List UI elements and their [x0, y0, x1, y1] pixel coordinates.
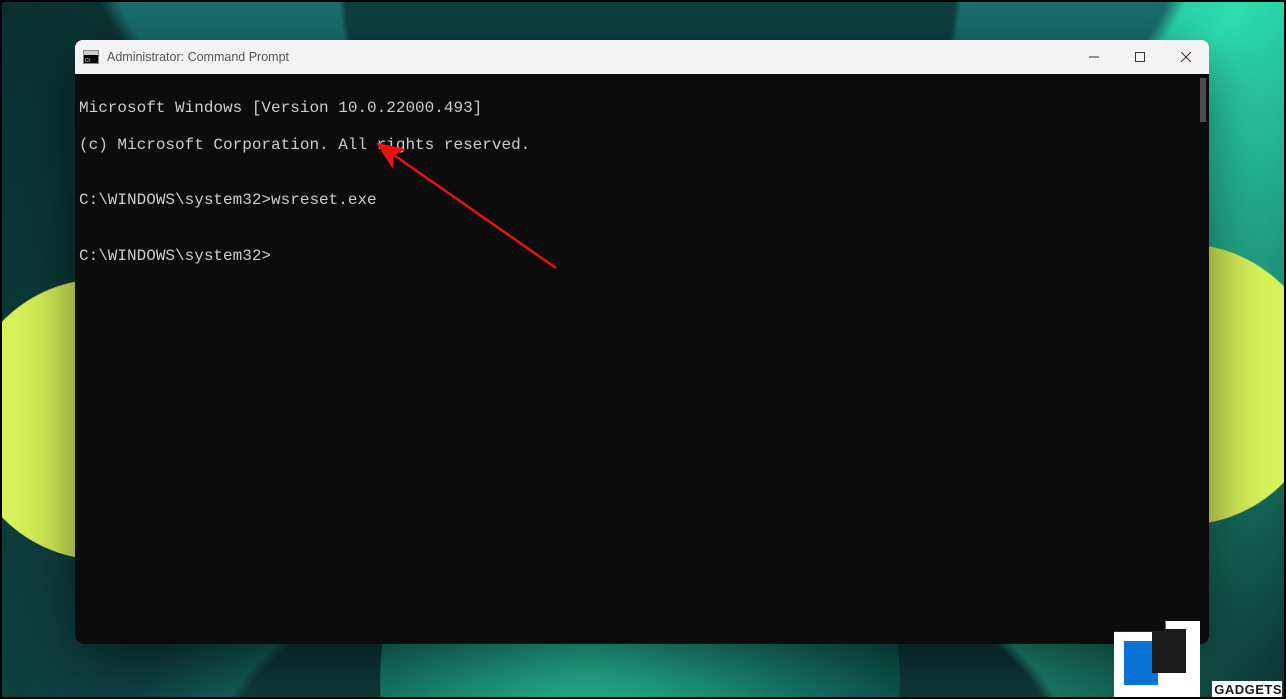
close-button[interactable]	[1163, 40, 1209, 74]
prompt-path: C:\WINDOWS\system32>	[79, 191, 271, 209]
watermark-text: GADGETS	[1212, 681, 1282, 697]
scrollbar-thumb[interactable]	[1200, 78, 1206, 122]
window-title: Administrator: Command Prompt	[107, 50, 289, 64]
watermark-logo	[1114, 621, 1200, 699]
command-prompt-window: Administrator: Command Prompt Microsoft …	[75, 40, 1209, 644]
maximize-icon	[1135, 52, 1145, 62]
maximize-button[interactable]	[1117, 40, 1163, 74]
console-line: Microsoft Windows [Version 10.0.22000.49…	[79, 99, 1207, 118]
window-controls	[1071, 40, 1209, 74]
entered-command: wsreset.exe	[271, 191, 377, 209]
watermark: GADGETS	[1114, 607, 1286, 699]
cmd-icon	[83, 50, 99, 64]
console-output[interactable]: Microsoft Windows [Version 10.0.22000.49…	[75, 74, 1209, 644]
titlebar[interactable]: Administrator: Command Prompt	[75, 40, 1209, 74]
minimize-icon	[1089, 52, 1099, 62]
prompt-path: C:\WINDOWS\system32>	[79, 247, 271, 265]
console-prompt-line: C:\WINDOWS\system32>wsreset.exe	[79, 191, 1207, 210]
close-icon	[1181, 52, 1191, 62]
console-line: (c) Microsoft Corporation. All rights re…	[79, 136, 1207, 155]
console-prompt-line: C:\WINDOWS\system32>	[79, 247, 1207, 266]
scrollbar-track[interactable]	[1192, 74, 1209, 644]
minimize-button[interactable]	[1071, 40, 1117, 74]
